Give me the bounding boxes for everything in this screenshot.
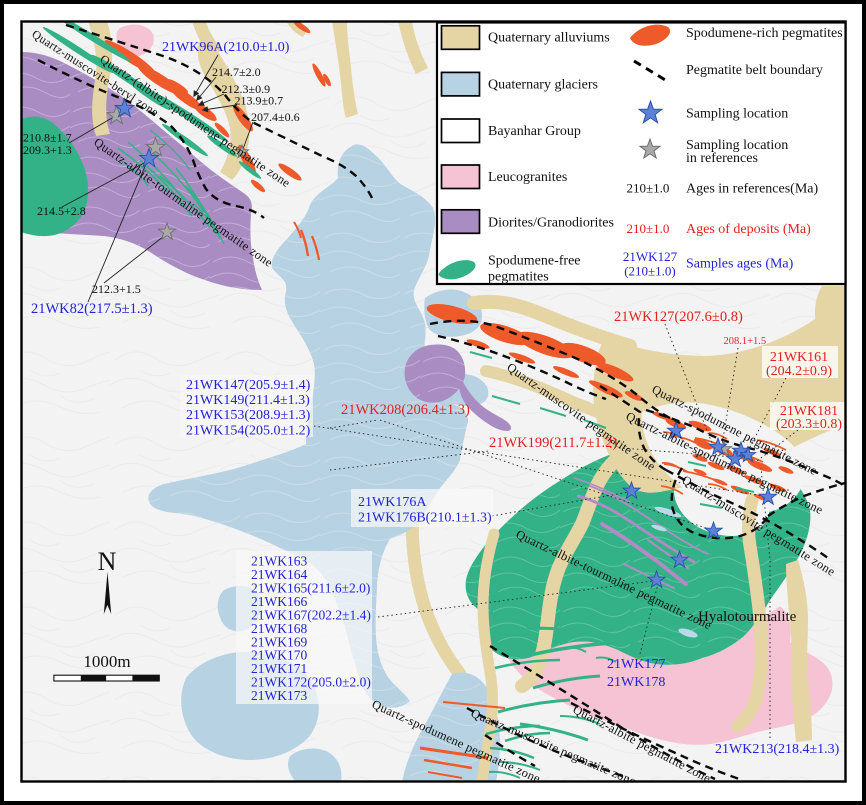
- svg-text:210±1.0: 210±1.0: [627, 221, 670, 236]
- svg-text:21WK127(207.6±0.8): 21WK127(207.6±0.8): [614, 309, 743, 325]
- svg-text:207.4±0.6: 207.4±0.6: [251, 110, 300, 124]
- svg-text:Hyalotourmalite: Hyalotourmalite: [698, 609, 797, 625]
- svg-text:Spodumene-free: Spodumene-free: [488, 253, 581, 268]
- svg-text:21WK176A: 21WK176A: [358, 495, 427, 510]
- svg-text:214.5+2.8: 214.5+2.8: [37, 204, 86, 218]
- svg-text:1000m: 1000m: [83, 652, 130, 671]
- svg-text:Sampling location: Sampling location: [686, 107, 788, 122]
- svg-text:Quaternary glaciers: Quaternary glaciers: [488, 78, 598, 93]
- svg-text:pegmatites: pegmatites: [488, 270, 549, 285]
- svg-text:21WK149(211.4±1.3): 21WK149(211.4±1.3): [186, 393, 310, 408]
- svg-text:Ages in references(Ma): Ages in references(Ma): [686, 182, 818, 197]
- svg-text:(210±1.0): (210±1.0): [624, 264, 676, 279]
- svg-text:Spodumene-rich pegmatites: Spodumene-rich pegmatites: [686, 26, 843, 41]
- svg-text:Ages of deposits (Ma): Ages of deposits (Ma): [686, 222, 811, 237]
- svg-text:208.1+1.5: 208.1+1.5: [724, 336, 767, 347]
- svg-text:(203.3±0.8): (203.3±0.8): [776, 417, 842, 432]
- svg-text:21WK178: 21WK178: [607, 675, 665, 690]
- svg-text:21WK154(205.0±1.2): 21WK154(205.0±1.2): [186, 423, 311, 438]
- svg-text:209.3+1.3: 209.3+1.3: [23, 143, 72, 157]
- svg-text:21WK153(208.9±1.3): 21WK153(208.9±1.3): [186, 408, 311, 423]
- svg-text:21WK96A(210.0±1.0): 21WK96A(210.0±1.0): [162, 40, 290, 55]
- svg-text:(204.2±0.9): (204.2±0.9): [766, 364, 832, 379]
- svg-text:N: N: [98, 547, 117, 576]
- svg-text:21WK173: 21WK173: [251, 688, 307, 703]
- svg-text:Quaternary alluviums: Quaternary alluviums: [488, 31, 610, 46]
- svg-text:in references: in references: [686, 151, 758, 166]
- svg-text:21WK127: 21WK127: [623, 249, 678, 264]
- svg-text:21WK147(205.9±1.4): 21WK147(205.9±1.4): [186, 378, 311, 393]
- svg-text:21WK82(217.5±1.3): 21WK82(217.5±1.3): [31, 301, 153, 317]
- svg-text:212.3+1.5: 212.3+1.5: [92, 282, 141, 296]
- svg-text:Diorites/Granodiorites: Diorites/Granodiorites: [488, 216, 614, 231]
- svg-text:213.9±0.7: 213.9±0.7: [235, 94, 284, 108]
- svg-text:21WK176B(210.1±1.3): 21WK176B(210.1±1.3): [358, 511, 492, 526]
- svg-text:Samples ages (Ma): Samples ages (Ma): [686, 257, 794, 272]
- svg-text:Bayanhar Group: Bayanhar Group: [488, 124, 581, 139]
- svg-text:214.7±2.0: 214.7±2.0: [212, 65, 261, 79]
- svg-text:21WK213(218.4±1.3): 21WK213(218.4±1.3): [715, 742, 840, 757]
- svg-text:21WK208(206.4±1.3): 21WK208(206.4±1.3): [341, 402, 470, 418]
- svg-text:210±1.0: 210±1.0: [627, 181, 670, 196]
- svg-text:21WK161: 21WK161: [770, 350, 828, 365]
- svg-text:Leucogranites: Leucogranites: [488, 170, 567, 185]
- svg-text:21WK177: 21WK177: [607, 657, 665, 672]
- svg-text:21WK199(211.7±1.2): 21WK199(211.7±1.2): [489, 435, 617, 451]
- svg-text:Pegmatite belt boundary: Pegmatite belt boundary: [686, 63, 823, 78]
